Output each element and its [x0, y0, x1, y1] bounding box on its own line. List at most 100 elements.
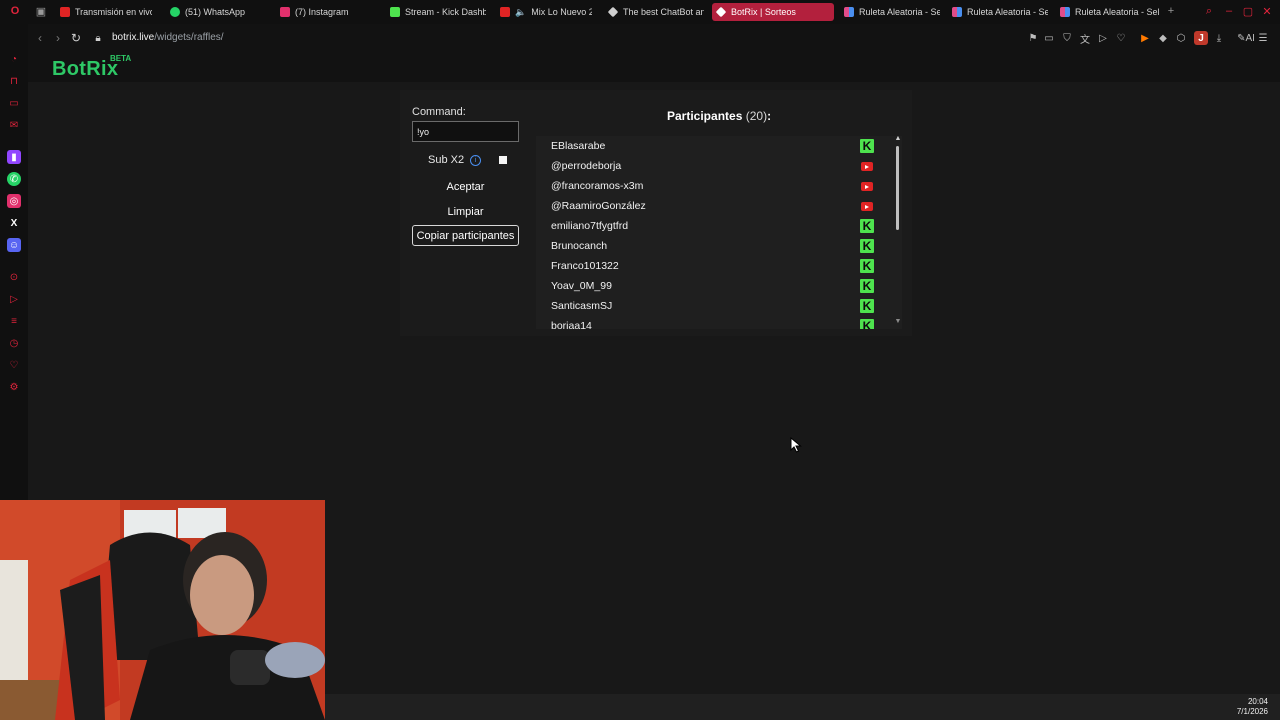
wheel-icon [1060, 7, 1070, 17]
participant-name: Brunocanch [551, 240, 608, 252]
twitch-icon[interactable]: ▮ [7, 150, 21, 164]
participant-row: @perrodeborja [536, 156, 892, 176]
tab-instagram[interactable]: (7) Instagram [276, 3, 372, 21]
instagram-icon[interactable]: ◎ [7, 194, 21, 208]
bag-icon[interactable]: ⊓ [7, 74, 21, 88]
command-input[interactable] [412, 121, 519, 142]
maximize-icon[interactable]: ▢ [1241, 4, 1255, 18]
url-host: botrix.live [112, 32, 155, 43]
wheel-icon [844, 7, 854, 17]
new-tab-icon[interactable]: + [1164, 4, 1178, 18]
accept-button[interactable]: Aceptar [412, 176, 519, 197]
kick-icon: K [860, 219, 874, 233]
sub-x2-option: Sub X2 i [428, 154, 482, 166]
pinboard-icon[interactable]: ≡ [7, 314, 21, 328]
tab-botrix-chatbot[interactable]: The best ChatBot an [604, 3, 704, 21]
speaker-icon: 🔈 [515, 6, 527, 17]
gmail-icon[interactable]: ✉ [7, 118, 21, 132]
participants-title: Participantes (20): [667, 109, 771, 123]
participant-name: borjaa14 [551, 320, 592, 329]
forward-icon[interactable]: › [50, 30, 66, 46]
whatsapp-icon [170, 7, 180, 17]
tab-transmision[interactable]: Transmisión en vivo [56, 3, 152, 21]
tab-kick-dashboard[interactable]: Stream - Kick Dashb [386, 3, 486, 21]
participants-count: (20) [745, 109, 768, 123]
translate-icon[interactable]: 文 [1078, 31, 1092, 46]
kick-icon: K [860, 139, 874, 153]
raffle-panel: Command: Sub X2 i Aceptar Limpiar Copiar… [400, 90, 912, 336]
youtube-icon [60, 7, 70, 17]
address-bar: ‹ › ↻ 🔒︎ botrix.live/widgets/raffles/ ⚑ … [28, 24, 1280, 52]
wheel-icon [952, 7, 962, 17]
youtube-icon [861, 162, 873, 171]
player-icon[interactable]: ▷ [7, 292, 21, 306]
discord-icon[interactable]: ☺ [7, 238, 21, 252]
command-label: Command: [412, 106, 466, 118]
url-field[interactable]: botrix.live/widgets/raffles/ [112, 32, 224, 43]
profile-avatar[interactable]: J [1194, 31, 1208, 45]
back-icon[interactable]: ‹ [32, 30, 48, 46]
bookmark-icon[interactable]: ⚑ [1026, 31, 1040, 45]
participant-name: @perrodeborja [551, 160, 622, 172]
heart-icon[interactable]: ♡ [1114, 31, 1128, 45]
scroll-up-icon[interactable]: ▲ [894, 136, 902, 142]
whatsapp-icon[interactable]: ✆ [7, 172, 21, 186]
site-header: BotRix BETA [28, 52, 1280, 82]
participant-name: Yoav_0M_99 [551, 280, 612, 292]
tab-ruleta-1[interactable]: Ruleta Aleatoria - Sel [840, 3, 940, 21]
participant-name: emiliano7tfygtfrd [551, 220, 629, 232]
player-icon[interactable]: ▶ [1138, 31, 1152, 45]
participant-name: @francoramos-x3m [551, 180, 644, 192]
clear-button[interactable]: Limpiar [412, 201, 519, 222]
botrix-icon [715, 6, 727, 18]
snapshot-icon[interactable]: ▭ [1042, 31, 1056, 45]
participants-scrollbar[interactable]: ▲ ▼ [894, 136, 902, 329]
participant-row: @RaamiroGonzález [536, 196, 892, 216]
settings-icon[interactable]: ⚙ [7, 380, 21, 394]
messenger-icon[interactable]: ▭ [7, 96, 21, 110]
participant-name: EBlasarabe [551, 140, 606, 152]
clock-time: 20:04 [1247, 697, 1268, 706]
webcam-overlay [0, 500, 325, 720]
clock-date: 7/1/2026 [1236, 707, 1268, 716]
participant-row: borjaa14 K [536, 316, 892, 329]
shield-icon[interactable]: ⛉ [1060, 31, 1074, 45]
tab-botrix-sorteos[interactable]: BotRix | Sorteos [712, 3, 834, 21]
scroll-thumb[interactable] [896, 146, 899, 230]
tab-mix[interactable]: 🔈Mix Lo Nuevo 20 [496, 3, 592, 21]
minimize-icon[interactable]: – [1222, 4, 1236, 18]
copy-participants-button[interactable]: Copiar participantes [412, 225, 519, 246]
clock-icon[interactable]: ◷ [7, 336, 21, 350]
youtube-icon [861, 202, 873, 211]
tab-ruleta-2[interactable]: Ruleta Aleatoria - Sel [948, 3, 1048, 21]
play-icon[interactable]: ▷ [1096, 31, 1110, 45]
participant-row: Brunocanch K [536, 236, 892, 256]
beta-badge: BETA [110, 54, 132, 63]
workspaces-icon[interactable]: ▣ [34, 4, 48, 18]
download-icon[interactable]: ⤓ [1212, 31, 1226, 45]
participant-row: Franco101322 K [536, 256, 892, 276]
heart-icon[interactable]: ♡ [7, 358, 21, 372]
history-icon[interactable]: ⊙ [7, 270, 21, 284]
participants-list[interactable]: EBlasarabe K @perrodeborja @francoramos-x… [536, 136, 902, 329]
kick-icon [390, 7, 400, 17]
kick-icon: K [860, 259, 874, 273]
participant-row: @francoramos-x3m [536, 176, 892, 196]
close-icon[interactable]: ✕ [1260, 4, 1274, 18]
menu-icon[interactable]: ☰ [1256, 31, 1270, 45]
participant-name: SanticasmSJ [551, 300, 613, 312]
sub-x2-checkbox[interactable] [499, 156, 507, 164]
search-icon[interactable]: ⌕ [1202, 4, 1216, 18]
opera-logo-icon[interactable]: O [8, 4, 22, 18]
participant-name: Franco101322 [551, 260, 619, 272]
puzzle-icon[interactable]: ⬡ [1174, 31, 1188, 45]
aria-icon[interactable]: ◔ [7, 52, 21, 66]
tab-ruleta-3[interactable]: Ruleta Aleatoria - Sel [1056, 3, 1160, 21]
scroll-down-icon[interactable]: ▼ [894, 318, 902, 325]
extension-icon[interactable]: ◆ [1156, 31, 1170, 45]
botrix-logo[interactable]: BotRix [52, 58, 118, 81]
reload-icon[interactable]: ↻ [68, 30, 84, 46]
x-icon[interactable]: X [7, 216, 21, 230]
tab-whatsapp[interactable]: (51) WhatsApp [166, 3, 262, 21]
info-icon[interactable]: i [470, 154, 482, 166]
